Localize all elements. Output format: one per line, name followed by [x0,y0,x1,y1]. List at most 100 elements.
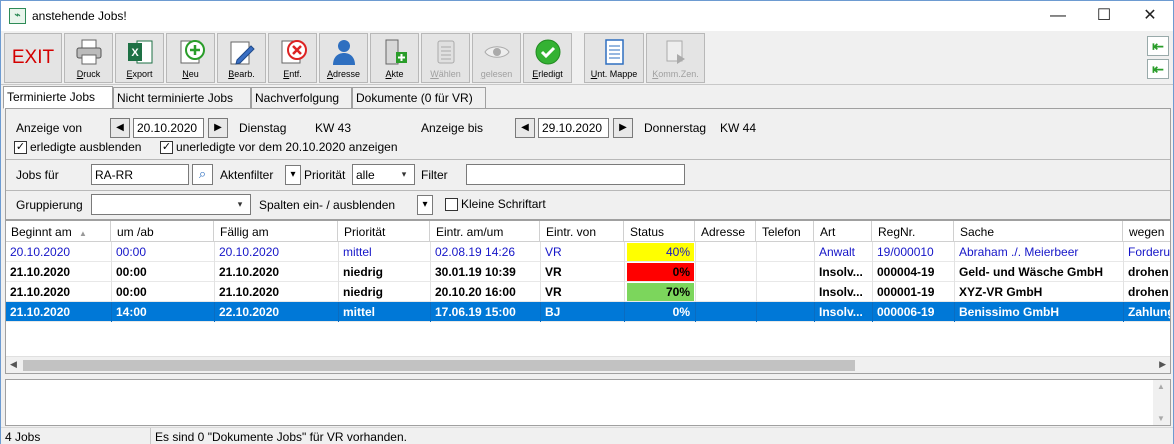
cell-faellig: 21.10.2020 [215,262,339,282]
app-icon: ⌁ [9,8,26,24]
dial-button[interactable]: Wählen [421,33,470,83]
person-icon [332,40,355,65]
scroll-thumb[interactable] [23,360,855,371]
sort-asc-icon: ▲ [79,229,87,238]
vertical-scrollbar[interactable]: ▲ ▼ [1153,380,1170,425]
cell-regnr: 000004-19 [873,262,955,282]
cell-beginnt: 21.10.2020 [6,262,112,282]
prioritaet-select[interactable]: alle ▾ [352,164,415,185]
cell-eintr-am: 17.06.19 15:00 [431,302,541,322]
table-row[interactable]: 21.10.2020 14:00 22.10.2020 mittel 17.06.19 … [6,302,1170,322]
filter-panel: Anzeige von ◀ 20.10.2020 ▶ Dienstag KW 4… [5,108,1171,220]
delete-label: Entf. [283,69,302,79]
cell-um: 00:00 [112,282,215,302]
cell-sache: Geld- und Wäsche GmbH [955,262,1124,282]
column-header-adresse[interactable]: Adresse [696,221,756,242]
table-row[interactable]: 21.10.2020 00:00 21.10.2020 niedrig 20.10.20… [6,282,1170,302]
cell-wegen: Forderu [1124,242,1170,262]
column-header-faellig[interactable]: Fällig am [215,221,338,242]
cell-sache: Abraham ./. Meierbeer [955,242,1124,262]
file-button[interactable]: Akte [370,33,419,83]
gruppierung-select[interactable]: ▾ [91,194,251,215]
bis-date-field[interactable]: 29.10.2020 [538,118,609,138]
spalten-dropdown[interactable]: ▾ [417,195,433,215]
export-button[interactable]: X Export [115,33,164,83]
column-header-sache[interactable]: Sache [955,221,1123,242]
aktenfilter-dropdown[interactable]: ▾ [285,165,301,185]
column-header-telefon[interactable]: Telefon [757,221,814,242]
memo-area[interactable]: ▲ ▼ [5,379,1171,426]
scroll-left-icon[interactable]: ◀ [10,359,17,370]
cell-beginnt: 20.10.2020 [6,242,112,262]
von-next-button[interactable]: ▶ [208,118,228,138]
von-weekday: Dienstag [239,121,287,135]
file-label: Akte [385,69,404,79]
address-button[interactable]: Adresse [319,33,368,83]
anzeige-bis-label: Anzeige bis [421,121,484,135]
subfolder-button[interactable]: Unt. Mappe [584,33,644,83]
done-label: Erledigt [532,69,563,79]
status-progress: 70% [627,283,694,301]
bis-next-button[interactable]: ▶ [613,118,633,138]
collapse-arrow-icon[interactable]: ⇤ [1147,36,1169,56]
exit-button[interactable]: EXIT [4,33,62,83]
cell-um: 00:00 [112,242,215,262]
maximize-button[interactable]: ☐ [1081,1,1127,31]
scroll-up-icon[interactable]: ▲ [1157,382,1165,391]
horizontal-scrollbar[interactable]: ◀ ▶ [6,356,1170,373]
cell-art: Insolv... [815,262,873,282]
cell-regnr: 000006-19 [873,302,955,322]
column-header-wegen[interactable]: wegen [1124,221,1170,242]
unerledigte-checkbox[interactable]: ✓ [160,141,173,154]
column-header-eintr-am[interactable]: Eintr. am/um [431,221,540,242]
column-header-beginnt[interactable]: Beginnt am ▲ [6,221,111,242]
close-button[interactable]: ✕ [1127,1,1173,31]
title-bar: ⌁ anstehende Jobs! — ☐ ✕ [1,1,1173,31]
minimize-button[interactable]: — [1035,1,1081,31]
tab-terminierte-jobs[interactable]: Terminierte Jobs [3,86,113,109]
scroll-right-icon[interactable]: ▶ [1159,359,1166,370]
jobs-fuer-input[interactable]: RA-RR [91,164,189,185]
print-label: Druck [76,69,101,79]
anzeige-von-label: Anzeige von [16,121,83,135]
cell-um: 00:00 [112,262,215,282]
comm-button[interactable]: Komm.Zen. [646,33,705,83]
table-row[interactable]: 20.10.2020 00:00 20.10.2020 mittel 02.08.19 … [6,242,1170,262]
cell-eintr-am: 20.10.20 16:00 [431,282,541,302]
column-header-status[interactable]: Status [625,221,695,242]
column-header-prioritaet[interactable]: Priorität [339,221,430,242]
cell-beginnt: 21.10.2020 [6,302,112,322]
delete-button[interactable]: Entf. [268,33,317,83]
erledigte-ausblenden-checkbox[interactable]: ✓ [14,141,27,154]
column-header-um[interactable]: um /ab [112,221,214,242]
cell-art: Anwalt [815,242,873,262]
dial-label: Wählen [430,69,461,79]
column-header-regnr[interactable]: RegNr. [873,221,954,242]
bis-prev-button[interactable]: ◀ [515,118,535,138]
cell-regnr: 000001-19 [873,282,955,302]
column-header-eintr-von[interactable]: Eintr. von [541,221,624,242]
back-arrow-icon[interactable]: ⇤ [1147,59,1169,79]
table-row[interactable]: 21.10.2020 00:00 21.10.2020 niedrig 30.01.19… [6,262,1170,282]
tab-dokumente[interactable]: Dokumente (0 für VR) [352,87,486,108]
search-icon[interactable]: ⌕ [192,164,213,185]
read-button[interactable]: gelesen [472,33,521,83]
kleine-schrift-checkbox[interactable] [445,198,458,211]
filter-input[interactable] [466,164,685,185]
print-button[interactable]: Druck [64,33,113,83]
scroll-down-icon[interactable]: ▼ [1157,414,1165,423]
cell-wegen: Zahlung [1124,302,1170,322]
tab-nachverfolgung[interactable]: Nachverfolgung [251,87,352,108]
printer-icon [76,39,101,65]
cell-eintr-von: BJ [541,302,625,322]
jobs-table[interactable]: Beginnt am ▲ um /ab Fällig am Priorität … [5,220,1171,374]
cell-prioritaet: niedrig [339,282,431,302]
von-prev-button[interactable]: ◀ [110,118,130,138]
von-date-field[interactable]: 20.10.2020 [133,118,204,138]
tab-nicht-terminierte-jobs[interactable]: Nicht terminierte Jobs [113,87,251,108]
new-button[interactable]: Neu [166,33,215,83]
done-button[interactable]: Erledigt [523,33,572,83]
column-header-art[interactable]: Art [815,221,872,242]
cell-telefon [757,242,815,262]
edit-button[interactable]: Bearb. [217,33,266,83]
